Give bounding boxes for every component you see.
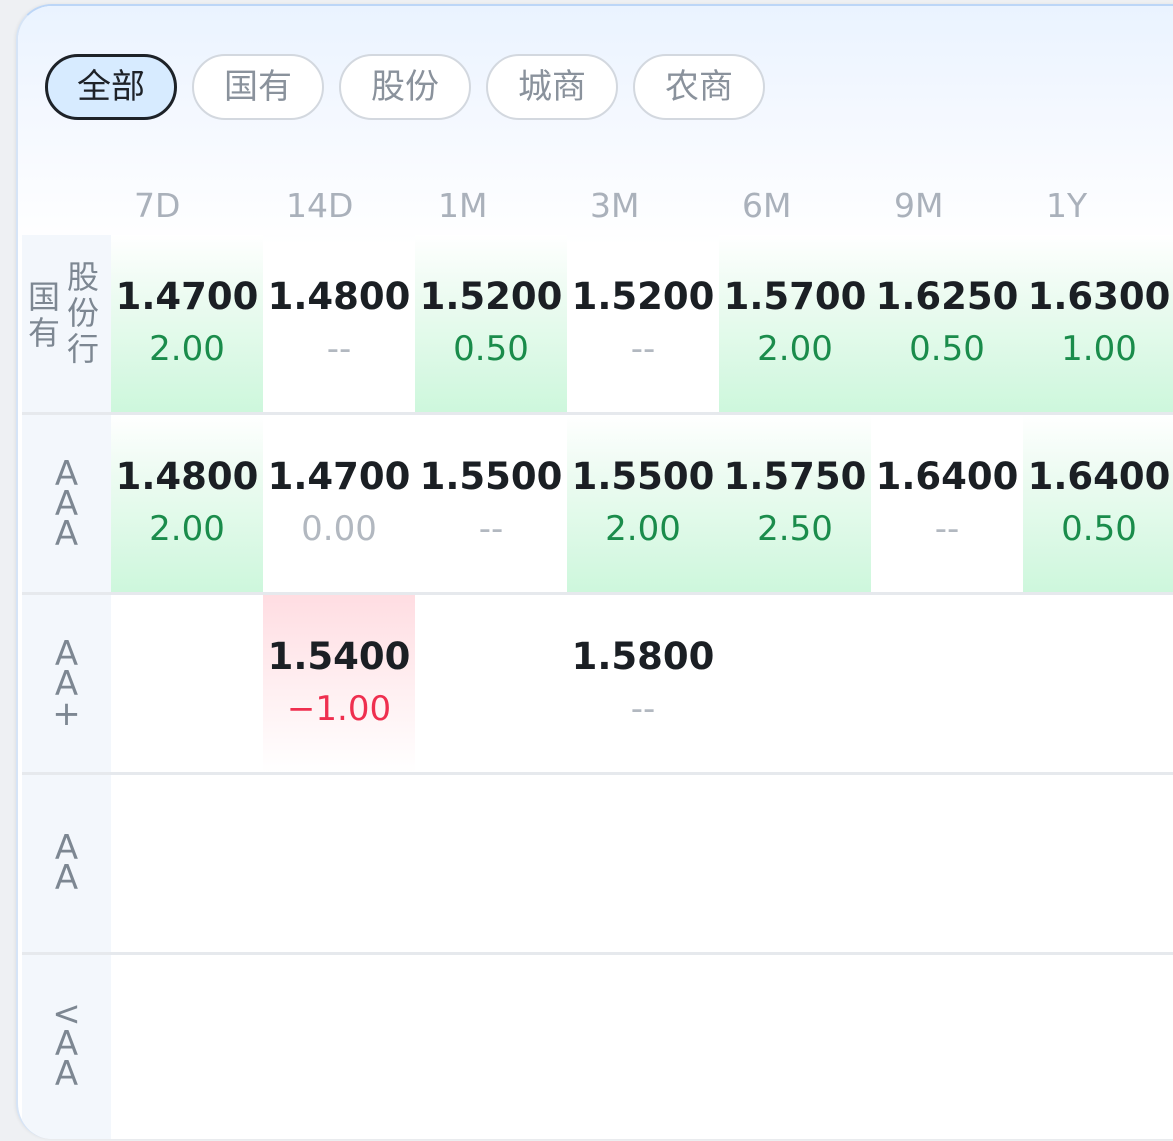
rate-change: −1.00 [286,689,392,729]
rate-change: -- [630,329,656,369]
rate-value: 1.5800 [571,635,715,678]
rate-cell[interactable]: 1.5200 0.50 [415,235,567,413]
rate-value: 1.4800 [115,455,259,498]
rate-cell[interactable]: 1.4800 -- [263,235,415,413]
rate-cell[interactable]: 1.4800 2.00 [111,415,263,593]
rate-value: 1.5200 [571,275,715,318]
column-header-6m: 6M [742,186,792,225]
rate-cell[interactable]: 1.5700 2.00 [719,235,871,413]
column-header-1y: 1Y [1046,186,1088,225]
rate-value: 1.4700 [115,275,259,318]
row-divider [22,592,1173,595]
row-label-state-joint: 国有 股份行 [22,235,111,413]
rate-cell[interactable]: 1.5200 -- [567,235,719,413]
rate-change: 2.00 [605,509,681,549]
rate-cell[interactable]: 1.6300 1.00 [1023,235,1173,413]
tab-joint-stock[interactable]: 股份 [339,54,471,120]
row-divider [22,772,1173,775]
rate-cell[interactable]: 1.5500 -- [415,415,567,593]
tab-city-commercial[interactable]: 城商 [486,54,618,120]
column-header-1m: 1M [438,186,488,225]
row-divider [22,412,1173,415]
rate-value: 1.6400 [1027,455,1171,498]
rate-value: 1.5500 [571,455,715,498]
rate-change: 2.00 [149,329,225,369]
rate-value: 1.4800 [267,275,411,318]
rate-value: 1.6250 [875,275,1019,318]
rate-cell[interactable]: 1.4700 0.00 [263,415,415,593]
column-header-9m: 9M [894,186,944,225]
column-header-3m: 3M [590,186,640,225]
tab-all[interactable]: 全部 [45,54,177,120]
rate-change: 0.50 [909,329,985,369]
rate-value: 1.5700 [723,275,867,318]
tab-rural-commercial[interactable]: 农商 [633,54,765,120]
rate-change: -- [478,509,504,549]
rate-change: 2.50 [757,509,833,549]
row-label-joint-stock: 股份行 [67,258,100,368]
rate-cell[interactable]: 1.4700 2.00 [111,235,263,413]
column-header-14d: 14D [286,186,354,225]
row-label-aa: AA [22,775,111,953]
rate-change: 0.00 [301,509,377,549]
rate-value: 1.5500 [419,455,563,498]
column-header-7d: 7D [134,186,181,225]
rate-value: 1.4700 [267,455,411,498]
row-label-state-owned: 国有 [28,278,61,352]
rate-value: 1.5400 [267,635,411,678]
tab-state-owned[interactable]: 国有 [192,54,324,120]
rate-change: 1.00 [1061,329,1137,369]
rate-change: 2.00 [757,329,833,369]
row-divider [22,952,1173,955]
rate-value: 1.6300 [1027,275,1171,318]
rate-change: 0.50 [1061,509,1137,549]
rate-cell[interactable]: 1.5500 2.00 [567,415,719,593]
rate-value: 1.5750 [723,455,867,498]
rate-change: -- [630,689,656,729]
row-label-below-aa: < A A [22,955,111,1139]
rate-cell[interactable]: 1.6400 -- [871,415,1023,593]
rate-cell[interactable]: 1.5800 -- [567,595,719,773]
rate-change: 2.00 [149,509,225,549]
rate-value: 1.6400 [875,455,1019,498]
rate-change: 0.50 [453,329,529,369]
rate-change: -- [934,509,960,549]
rate-cell[interactable]: 1.5750 2.50 [719,415,871,593]
rate-change: -- [326,329,352,369]
rate-board-card: 全部 国有 股份 城商 农商 7D 14D 1M 3M 6M 9M 1Y 国有 … [16,4,1173,1139]
rate-cell[interactable]: 1.6250 0.50 [871,235,1023,413]
rate-cell[interactable]: 1.6400 0.50 [1023,415,1173,593]
row-label-aa-plus: A A + [22,595,111,773]
rate-cell[interactable]: 1.5400 −1.00 [263,595,415,773]
row-label-aaa: AAA [22,415,111,593]
rate-value: 1.5200 [419,275,563,318]
